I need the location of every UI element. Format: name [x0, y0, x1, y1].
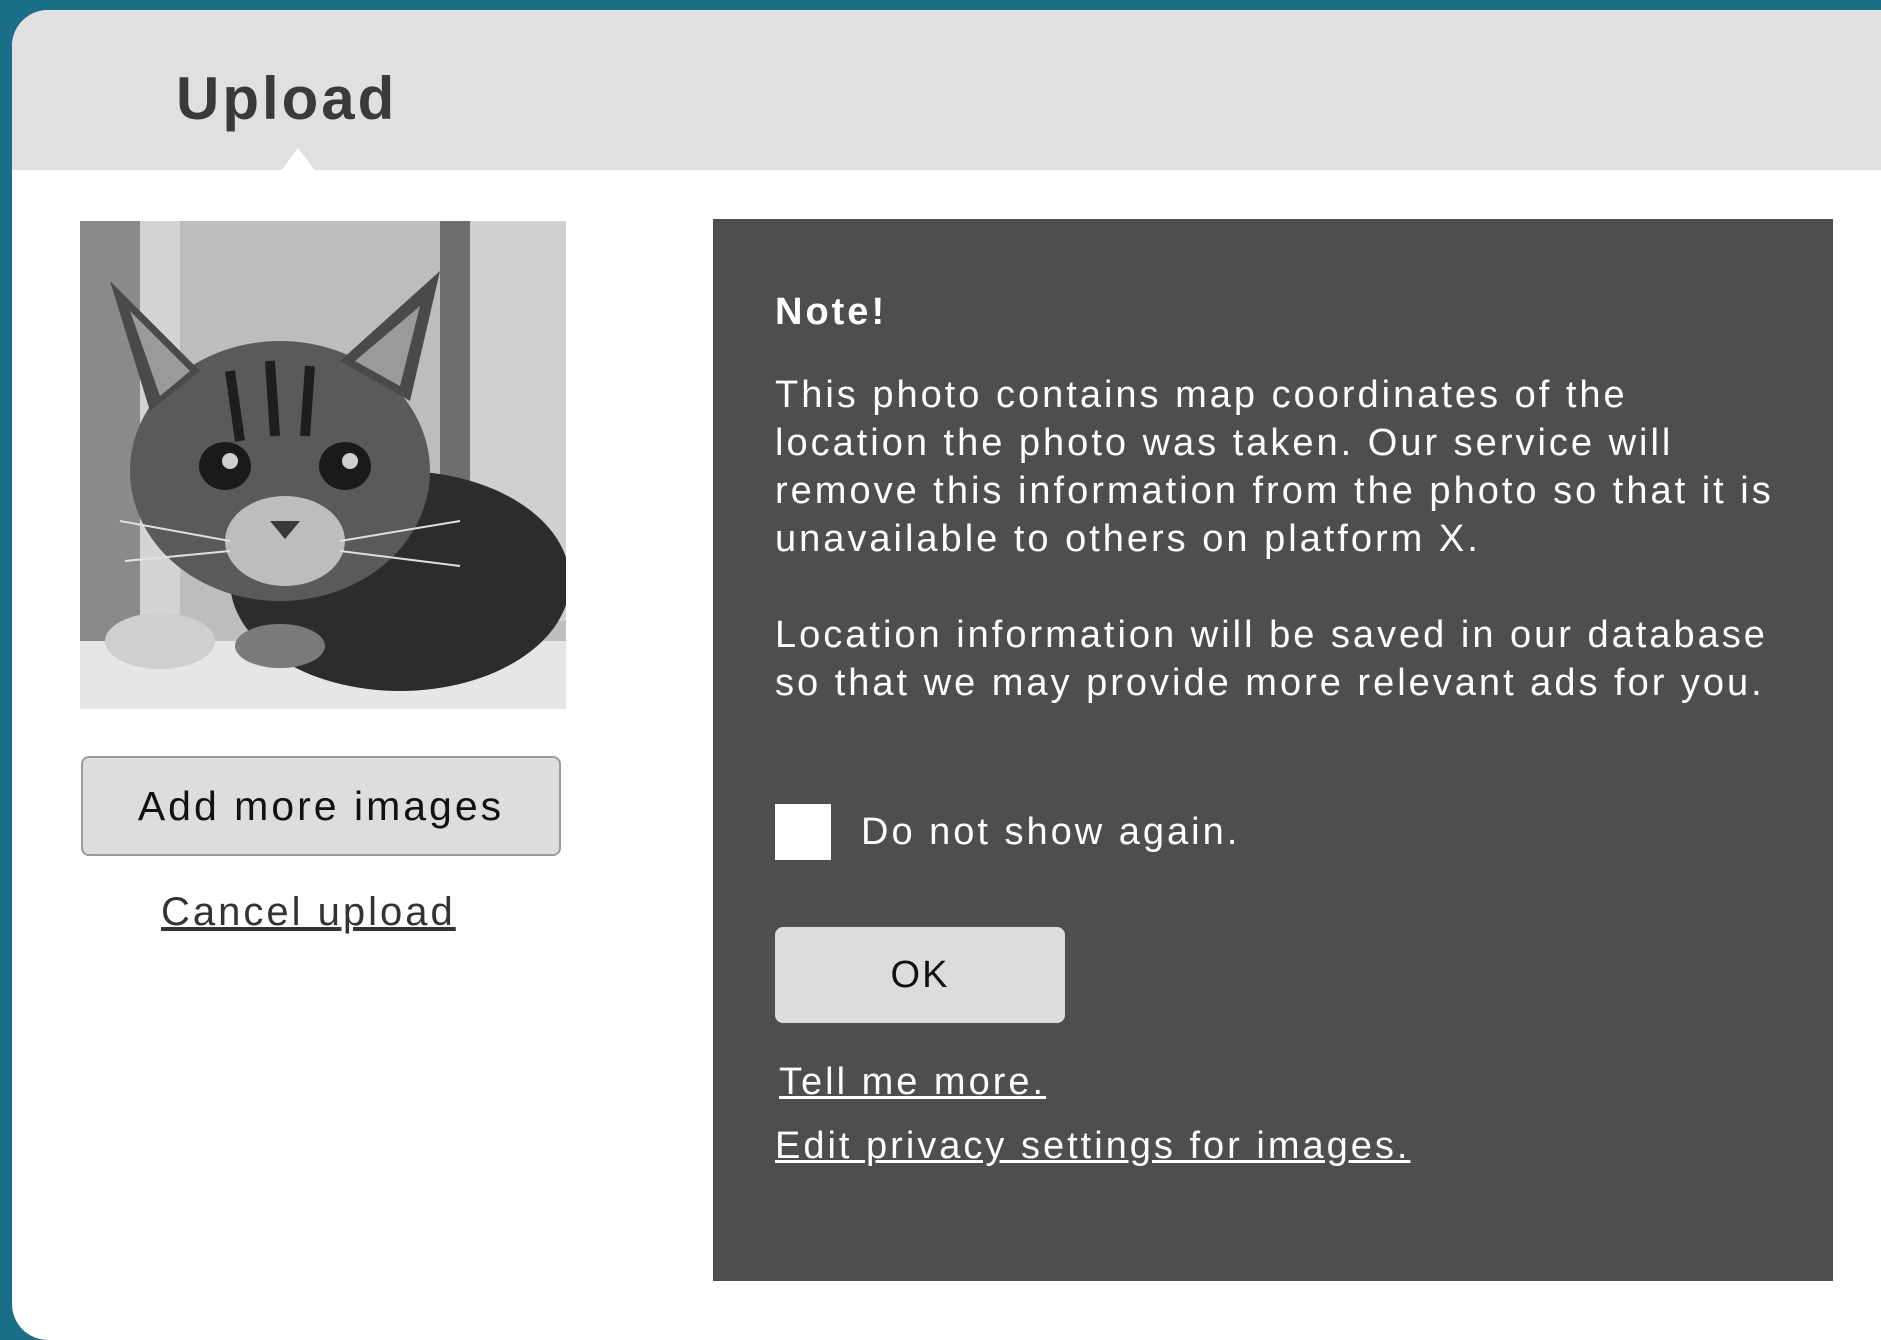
cancel-upload-link[interactable]: Cancel upload — [161, 890, 456, 935]
note-paragraph-coordinates: This photo contains map coordinates of t… — [775, 374, 1774, 560]
do-not-show-again-label[interactable]: Do not show again. — [861, 811, 1240, 854]
dialog-header: Upload — [12, 10, 1881, 170]
note-paragraph-database: Location information will be saved in ou… — [775, 614, 1768, 704]
tell-me-more-link[interactable]: Tell me more. — [779, 1061, 1046, 1104]
edit-privacy-settings-link[interactable]: Edit privacy settings for images. — [775, 1125, 1410, 1168]
uploaded-image-thumbnail — [80, 221, 566, 709]
do-not-show-again-row[interactable]: Do not show again. — [775, 804, 1240, 860]
dialog-title: Upload — [176, 65, 398, 132]
cat-photo-icon — [80, 221, 566, 709]
ok-button[interactable]: OK — [775, 927, 1065, 1023]
add-more-images-button[interactable]: Add more images — [81, 756, 561, 856]
location-note-panel: Note! This photo contains map coordinate… — [713, 219, 1833, 1281]
do-not-show-again-checkbox[interactable] — [775, 804, 831, 860]
tab-pointer — [280, 148, 316, 172]
note-title: Note! — [775, 291, 888, 333]
upload-dialog: Upload Add more images Cancel upload Not… — [12, 10, 1881, 1340]
